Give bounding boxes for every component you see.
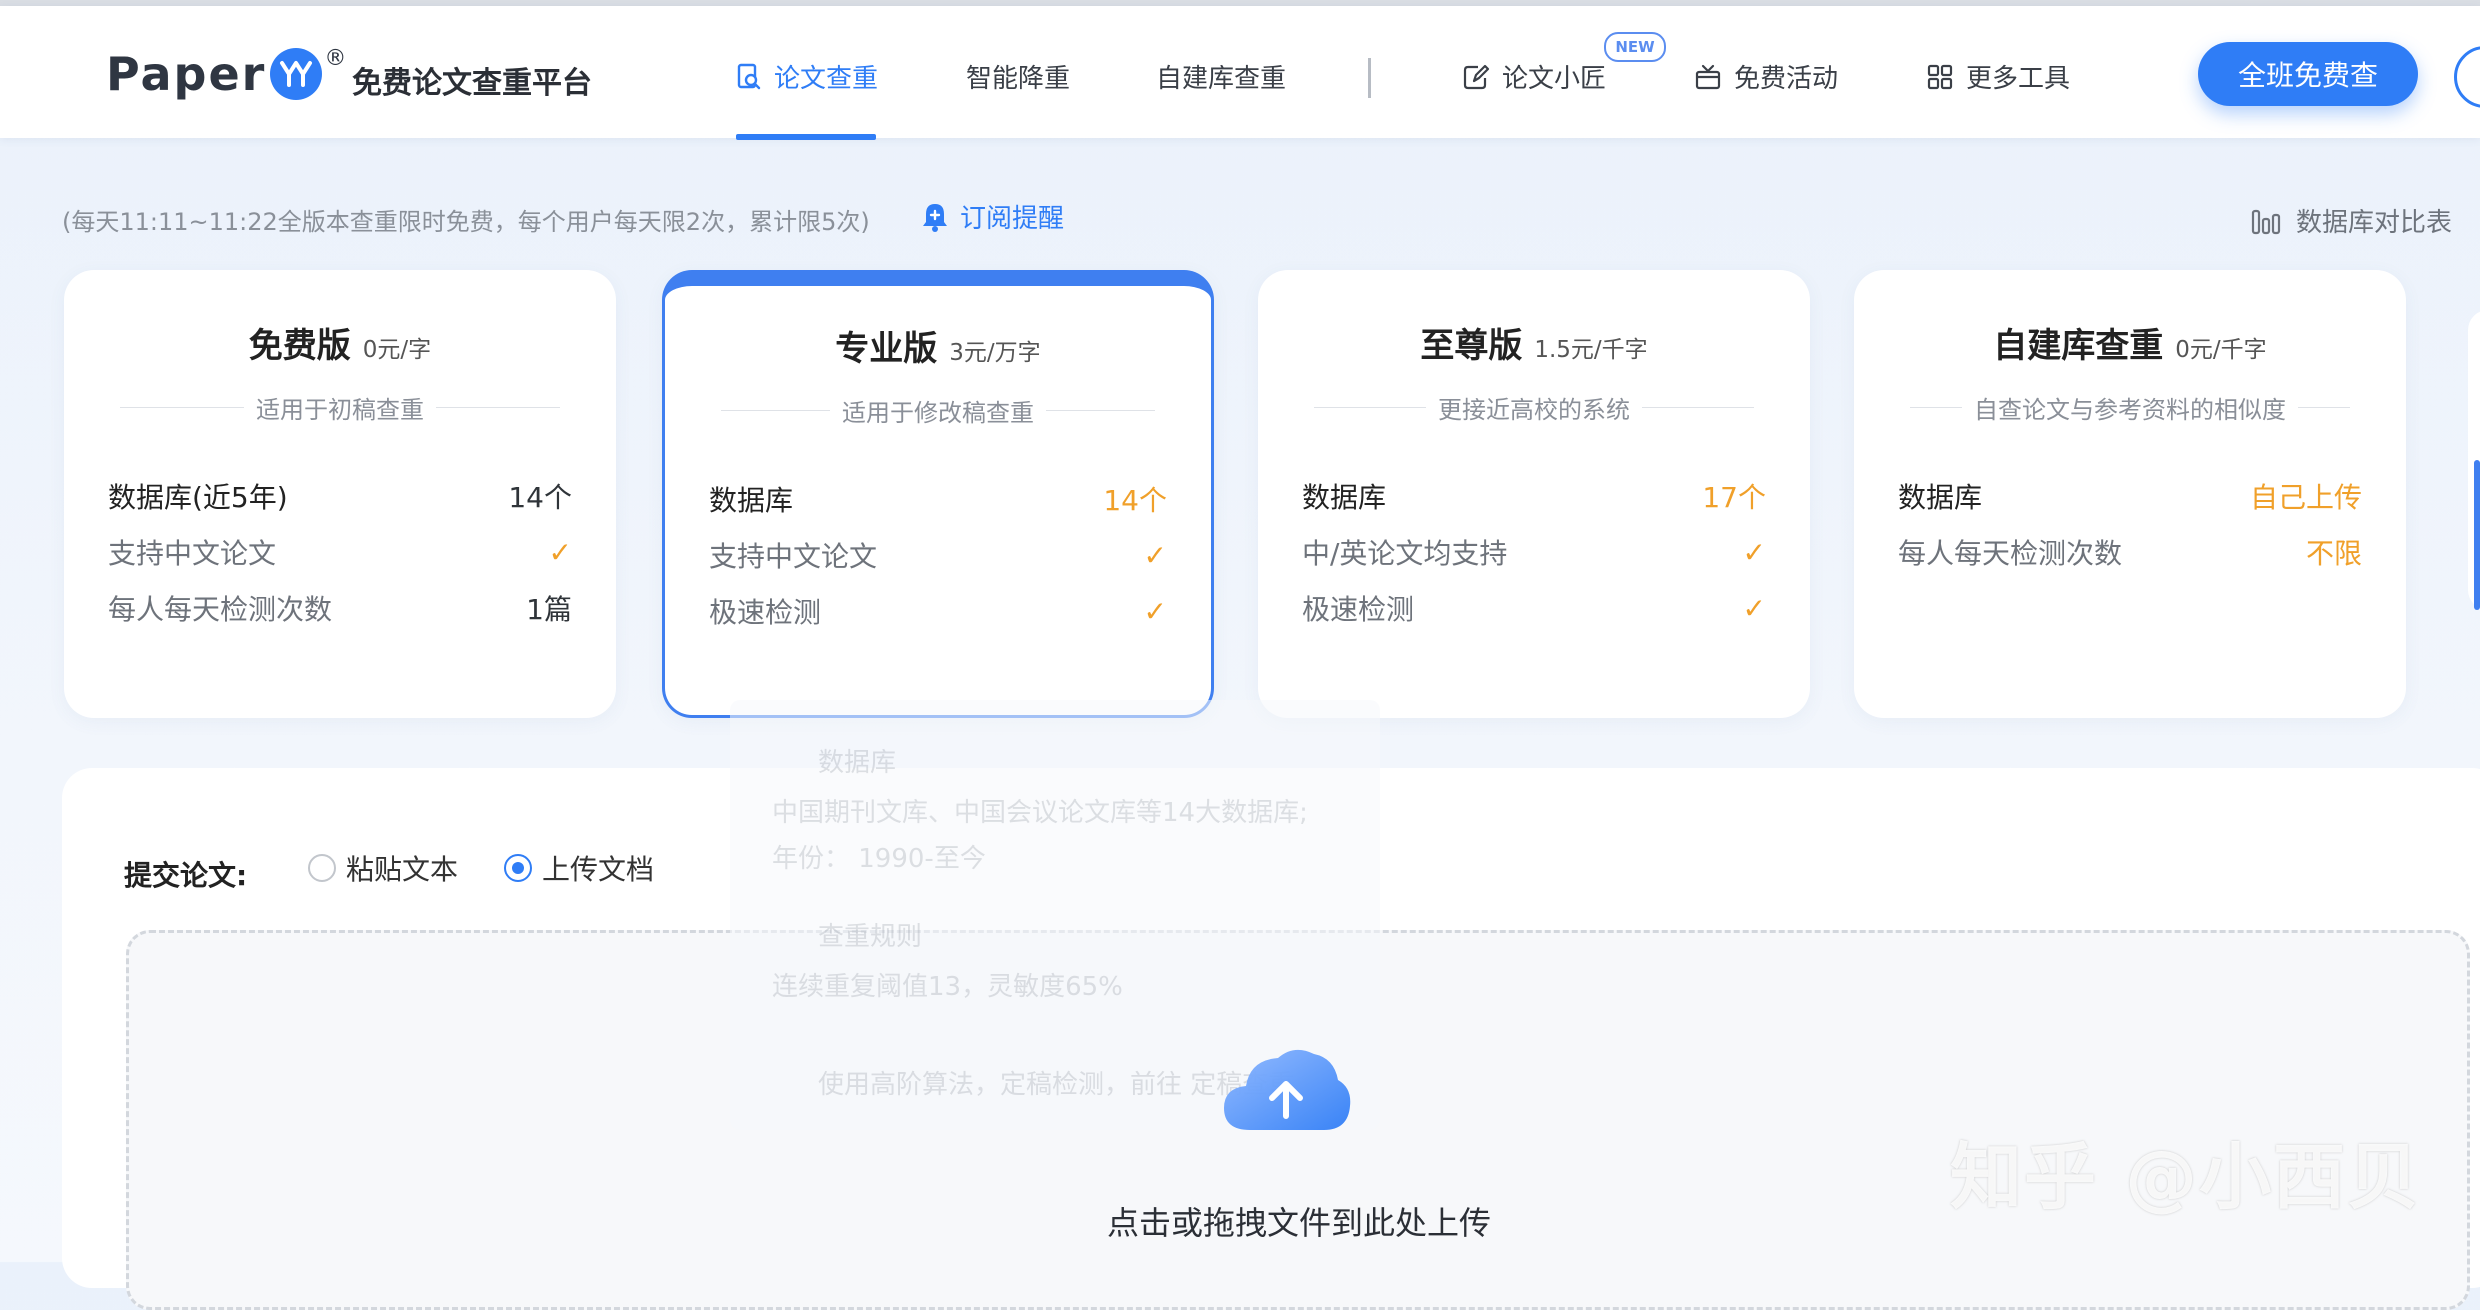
ghost-line: 连续重复阈值13，灵敏度65%: [772, 972, 1123, 1002]
subscribe-reminder-link[interactable]: 订阅提醒: [920, 198, 1064, 235]
plan-feature-row: 每人每天检测次数 不限: [1898, 537, 2362, 570]
db-compare-label: 数据库对比表: [2296, 208, 2453, 238]
nav-active-indicator: [736, 134, 876, 140]
plan-title: 专业版 3元/万字: [665, 321, 1211, 370]
plan-price: 3元/万字: [949, 340, 1041, 366]
ghost-title: 数据库: [818, 748, 897, 778]
nav-label: 论文查重: [774, 64, 879, 94]
ghost-line: 年份： 1990-至今: [772, 844, 986, 874]
plan-subtitle: 适用于初稿查重: [120, 390, 560, 425]
plan-title: 至尊版 1.5元/千字: [1258, 318, 1810, 367]
grid-icon: [1927, 64, 1953, 89]
nav-divider: [1368, 58, 1371, 98]
plan-feature-row: 中/英论文均支持 ✓: [1302, 535, 1766, 571]
nav-label: 智能降重: [966, 64, 1071, 94]
check-icon: ✓: [1143, 538, 1167, 572]
plan-card-ultimate[interactable]: 至尊版 1.5元/千字 更接近高校的系统 数据库 17个 中/英论文均支持 ✓ 极速检…: [1258, 270, 1810, 718]
plan-feature-row: 数据库(近5年) 14个: [108, 481, 572, 514]
bar-chart-icon: [2251, 209, 2281, 234]
ghost-line: 中国期刊文库、中国会议论文库等14大数据库;: [772, 798, 1308, 828]
bell-icon: [923, 203, 947, 232]
nav-self-db-check[interactable]: 自建库查重: [1156, 58, 1286, 95]
nav-paper-craftsman[interactable]: 论文小匠: [1462, 58, 1606, 95]
scroll-indicator: [2474, 460, 2480, 610]
plan-feature-row: 数据库 自己上传: [1898, 481, 2362, 514]
nav-more-tools[interactable]: 更多工具: [1926, 58, 2070, 95]
plan-feature-row: 每人每天检测次数 1篇: [108, 593, 572, 626]
check-icon: ✓: [1742, 591, 1766, 625]
new-badge: NEW: [1604, 32, 1666, 62]
radio-label: 上传文档: [542, 853, 655, 886]
subscribe-label: 订阅提醒: [960, 204, 1065, 234]
radio-upload-document[interactable]: 上传文档: [504, 848, 654, 888]
plan-feature-row: 数据库 17个: [1302, 481, 1766, 514]
logo-text: Paper: [106, 47, 267, 101]
plan-card-free[interactable]: 免费版 0元/字 适用于初稿查重 数据库(近5年) 14个 支持中文论文 ✓ 每人每天…: [64, 270, 616, 718]
plan-card-self-db[interactable]: 自建库查重 0元/千字 自查论文与参考资料的相似度 数据库 自己上传 每人每天检测次…: [1854, 270, 2406, 718]
database-compare-link[interactable]: 数据库对比表: [2250, 202, 2452, 239]
submit-label: 提交论文:: [124, 859, 248, 892]
plan-feature-row: 极速检测 ✓: [1302, 591, 1766, 627]
nav-label: 免费活动: [1734, 64, 1839, 94]
check-icon: ✓: [548, 535, 572, 569]
nav-smart-rewrite[interactable]: 智能降重: [966, 58, 1070, 95]
ghost-title: 查重规则: [818, 922, 923, 952]
radio-paste-text[interactable]: 粘贴文本: [308, 848, 458, 888]
plan-price: 0元/千字: [2175, 337, 2267, 363]
user-avatar-button[interactable]: [2454, 46, 2480, 108]
plan-subtitle: 自查论文与参考资料的相似度: [1910, 390, 2350, 425]
plan-name: 免费版: [248, 326, 351, 366]
plan-subtitle: 适用于修改稿查重: [721, 393, 1155, 428]
gift-box-icon: [1695, 64, 1721, 89]
logo-yy-icon: [270, 48, 323, 100]
plan-name: 至尊版: [1420, 326, 1523, 366]
nav-label: 更多工具: [1966, 64, 2071, 94]
zhihu-watermark: 知乎 @小西贝: [1950, 1135, 2422, 1219]
plan-name: 专业版: [835, 329, 938, 369]
plan-title: 自建库查重 0元/千字: [1854, 318, 2406, 367]
nav-label: 自建库查重: [1156, 64, 1287, 94]
plan-feature-row: 数据库 14个: [709, 484, 1167, 517]
plan-price: 1.5元/千字: [1534, 337, 1648, 363]
plan-feature-row: 支持中文论文 ✓: [108, 535, 572, 571]
cloud-upload-icon[interactable]: [1216, 1040, 1356, 1140]
plan-card-pro[interactable]: 专业版 3元/万字 适用于修改稿查重 数据库 14个 支持中文论文 ✓ 极速检测 ✓: [662, 270, 1214, 718]
check-icon: ✓: [1143, 594, 1167, 628]
edit-icon: [1463, 64, 1490, 89]
nav-free-activity[interactable]: 免费活动: [1694, 58, 1838, 95]
doc-search-icon: [737, 63, 761, 89]
top-header: Paper ® 免费论文查重平台 论文查重 智能降重 自建库查重 论文小匠 NE…: [0, 6, 2480, 140]
nav-label: 论文小匠: [1502, 64, 1607, 94]
radio-circle-checked: [504, 854, 532, 882]
check-icon: ✓: [1742, 535, 1766, 569]
class-free-check-button[interactable]: 全班免费查: [2198, 42, 2418, 106]
plan-feature-row: 支持中文论文 ✓: [709, 538, 1167, 574]
plan-title: 免费版 0元/字: [64, 318, 616, 367]
nav-paper-check[interactable]: 论文查重: [736, 58, 878, 95]
plan-price: 0元/字: [362, 337, 432, 363]
registered-icon: ®: [324, 46, 347, 71]
free-period-notice: (每天11:11~11:22全版本查重限时免费，每个用户每天限2次，累计限5次): [62, 208, 870, 236]
radio-label: 粘贴文本: [346, 853, 459, 886]
plan-name: 自建库查重: [1993, 326, 2164, 366]
plan-subtitle: 更接近高校的系统: [1314, 390, 1754, 425]
slogan: 免费论文查重平台: [352, 66, 592, 101]
logo[interactable]: Paper ®: [106, 42, 346, 106]
plan-feature-row: 极速检测 ✓: [709, 594, 1167, 630]
radio-circle: [308, 854, 336, 882]
